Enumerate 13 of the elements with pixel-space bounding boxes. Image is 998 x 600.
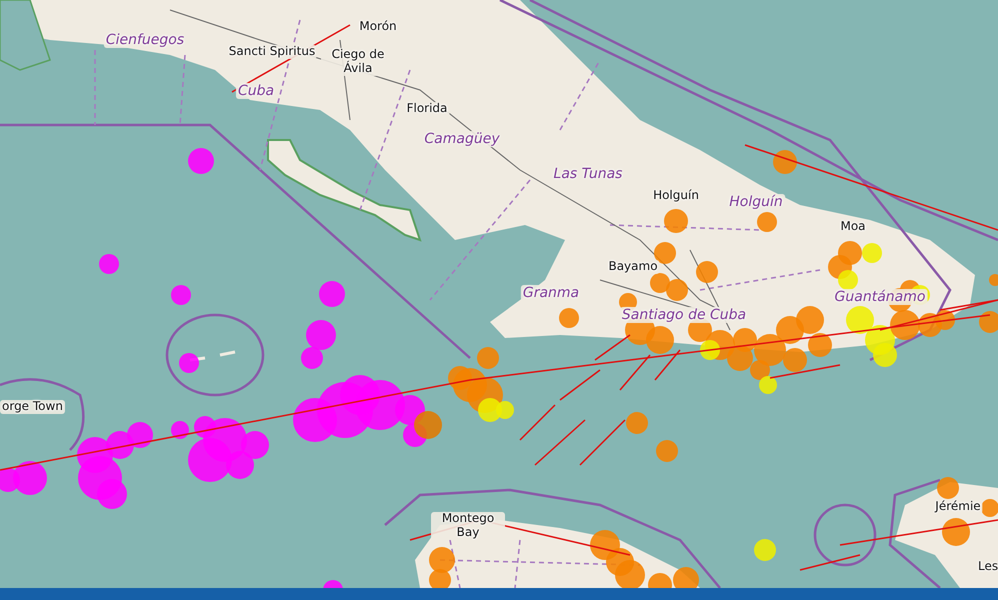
city-label: Florida [404,102,450,116]
region-label: Camagüey [422,131,502,148]
city-label: orge Town [0,400,65,414]
city-label: Holguín [651,189,701,203]
region-label: Guantánamo [832,289,928,306]
region-label: Santiago de Cuba [620,307,748,324]
region-label: Granma [520,285,582,302]
city-label: Jérémie [933,500,983,514]
region-label: Holguín [727,194,785,210]
city-label: Sancti Spiritus [226,45,318,59]
region-label: Cienfuegos [104,32,186,48]
city-label: Montego Bay [431,512,505,540]
region-label: Cuba [236,83,276,100]
